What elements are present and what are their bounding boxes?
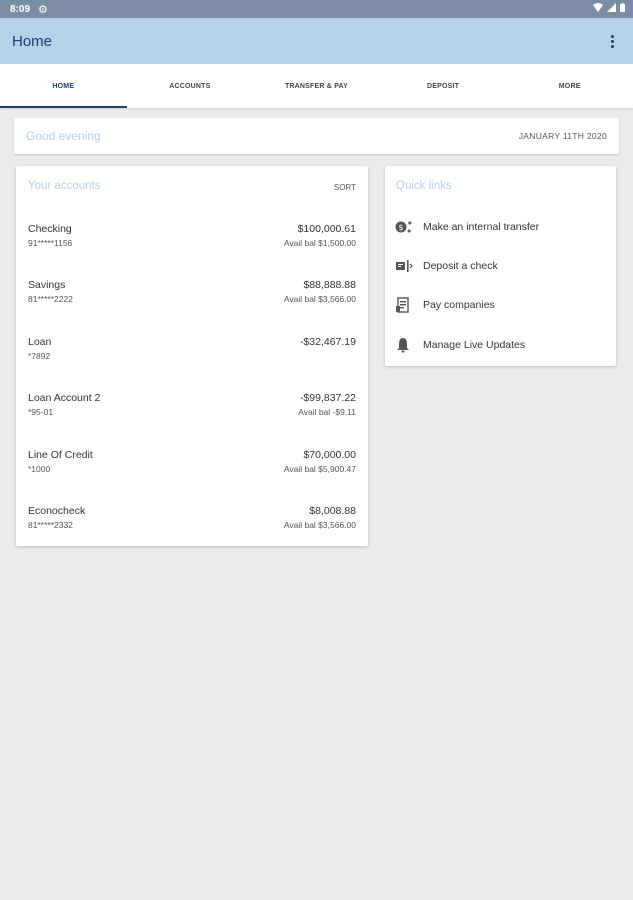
page-title: Home — [12, 32, 53, 50]
tab-more[interactable]: MORE — [506, 64, 633, 108]
quick-link-deposit-check[interactable]: Deposit a check — [395, 254, 606, 278]
account-balance: -$99,837.22 — [299, 392, 356, 404]
account-balance: $8,008.88 — [309, 505, 356, 517]
gear-icon: ⚙ — [38, 3, 48, 16]
quick-link-internal-transfer[interactable]: $ Make an internal transfer — [395, 215, 606, 239]
account-balance: -$32,467.19 — [299, 336, 356, 348]
tab-bar: HOME ACCOUNTS TRANSFER & PAY DEPOSIT MOR… — [0, 64, 633, 108]
account-available-balance: Avail bal -$9.11 — [298, 407, 356, 417]
status-time: 8:09 — [10, 3, 31, 15]
account-row-savings[interactable]: Savings 81*****2222 $88,888.88 Avail bal… — [28, 279, 356, 319]
account-available-balance: Avail bal $3,566.00 — [283, 294, 356, 304]
svg-text:$: $ — [398, 223, 403, 232]
account-available-balance: Avail bal $5,900.47 — [283, 464, 356, 474]
quick-link-live-updates[interactable]: Manage Live Updates — [395, 333, 606, 357]
quick-links-title: Quick links — [396, 180, 452, 192]
account-number: *95-01 — [28, 407, 54, 417]
tab-home[interactable]: HOME — [0, 64, 127, 108]
account-name: Econocheck — [28, 505, 86, 517]
more-vert-icon[interactable] — [607, 31, 617, 51]
date-text: JANUARY 11TH 2020 — [518, 131, 607, 141]
account-name: Loan Account 2 — [28, 392, 101, 404]
greeting-text: Good evening — [26, 129, 101, 143]
account-name: Savings — [28, 279, 66, 291]
quick-link-pay-companies[interactable]: Pay companies — [395, 293, 606, 317]
deposit-check-icon — [395, 256, 417, 276]
account-number: 81*****2332 — [28, 520, 73, 530]
wifi-icon — [593, 3, 603, 15]
account-balance: $70,000.00 — [303, 449, 356, 461]
sort-button[interactable]: SORT — [334, 183, 356, 192]
account-row-line-of-credit[interactable]: Line Of Credit *1000 $70,000.00 Avail ba… — [28, 449, 356, 489]
tab-transfer-pay[interactable]: TRANSFER & PAY — [253, 64, 380, 108]
account-row-checking[interactable]: Checking 91*****1156 $100,000.61 Avail b… — [28, 223, 356, 263]
accounts-card: Your accounts SORT Checking 91*****1156 … — [16, 166, 368, 546]
status-bar: 8:09 ⚙ — [0, 0, 633, 18]
account-row-econocheck[interactable]: Econocheck 81*****2332 $8,008.88 Avail b… — [28, 505, 356, 545]
account-number: *1000 — [28, 464, 51, 474]
bill-pay-icon — [395, 295, 417, 315]
account-name: Line Of Credit — [28, 449, 93, 461]
tab-deposit[interactable]: DEPOSIT — [380, 64, 507, 108]
transfer-icon: $ — [395, 217, 417, 237]
bell-icon — [395, 335, 417, 355]
account-number: *7892 — [28, 351, 51, 361]
account-balance: $88,888.88 — [303, 279, 356, 291]
account-name: Loan — [28, 336, 52, 348]
account-name: Checking — [28, 223, 72, 235]
app-bar: Home — [0, 18, 633, 64]
account-row-loan[interactable]: Loan *7892 -$32,467.19 — [28, 336, 356, 376]
signal-icon — [607, 3, 616, 15]
accounts-title: Your accounts — [28, 180, 101, 192]
battery-icon — [620, 3, 625, 15]
quick-link-label: Pay companies — [423, 299, 495, 311]
account-available-balance: Avail bal $1,500.00 — [283, 238, 356, 248]
account-available-balance: Avail bal $3,566.00 — [283, 520, 356, 530]
account-row-loan-account-2[interactable]: Loan Account 2 *95-01 -$99,837.22 Avail … — [28, 392, 356, 432]
quick-link-label: Make an internal transfer — [423, 221, 540, 233]
tab-accounts[interactable]: ACCOUNTS — [127, 64, 254, 108]
quick-link-label: Manage Live Updates — [423, 339, 526, 351]
account-balance: $100,000.61 — [297, 223, 356, 235]
account-number: 91*****1156 — [28, 238, 73, 248]
quick-links-card: Quick links $ Make an internal transfer … — [385, 166, 616, 366]
greeting-card: Good evening JANUARY 11TH 2020 — [14, 118, 619, 154]
account-number: 81*****2222 — [28, 294, 73, 304]
quick-link-label: Deposit a check — [423, 260, 498, 272]
